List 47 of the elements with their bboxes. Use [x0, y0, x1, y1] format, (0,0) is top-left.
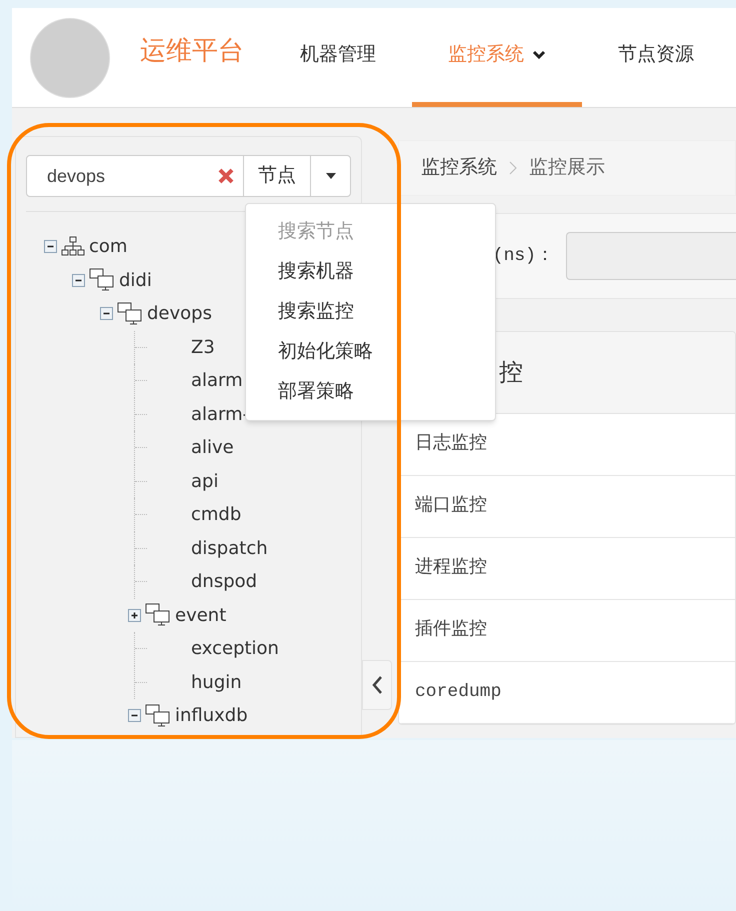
search-field[interactable]: devops	[27, 156, 243, 196]
computers-icon	[89, 268, 115, 292]
breadcrumb-item[interactable]: 监控展示	[529, 154, 605, 182]
tree-node-label[interactable]: com	[89, 233, 128, 260]
expand-toggle[interactable]	[128, 608, 141, 622]
monitor-list-item[interactable]: 插件监控	[399, 600, 735, 662]
search-scope-button[interactable]: 节点	[243, 156, 310, 196]
breadcrumb-separator-icon	[509, 161, 517, 175]
tree-node-label[interactable]: alarm	[191, 367, 243, 394]
computers-icon	[145, 603, 171, 628]
tree-node-label[interactable]: cmdb	[191, 501, 242, 528]
menu-item[interactable]: 初始化策略	[246, 332, 495, 372]
computers-icon	[117, 302, 143, 326]
monitor-list-item[interactable]: coredump	[399, 662, 735, 724]
tree-node-label[interactable]: influxdb	[175, 702, 248, 730]
breadcrumb-item[interactable]: 监控系统	[421, 154, 497, 182]
computers-icon	[145, 704, 171, 728]
nav-tab[interactable]: 机器管理	[264, 8, 412, 107]
tree-node-label[interactable]: dnspod	[191, 568, 258, 596]
collapse-toggle[interactable]	[128, 709, 141, 722]
plus-icon	[130, 610, 139, 620]
collapse-toggle[interactable]	[72, 274, 85, 287]
tree-node-label[interactable]: Z3	[191, 334, 215, 361]
chevron-left-icon	[371, 675, 383, 695]
nav-tab[interactable]: 节点资源	[582, 8, 730, 107]
caret-icon	[326, 173, 336, 179]
collapse-sidebar-button[interactable]	[362, 660, 392, 710]
clear-icon[interactable]	[217, 167, 235, 185]
panel-heading: 控	[499, 358, 523, 388]
tree-node-label[interactable]: didi	[119, 266, 152, 294]
tree-node-label[interactable]: api	[191, 468, 218, 495]
monitor-list-item[interactable]: 进程监控	[399, 538, 735, 600]
network-icon	[61, 236, 85, 258]
monitor-list-item[interactable]: 端口监控	[399, 476, 735, 538]
collapse-toggle[interactable]	[44, 240, 57, 254]
app-title: 运维平台	[140, 34, 244, 67]
tree-node-label[interactable]: dispatch	[191, 534, 268, 562]
collapse-toggle[interactable]	[100, 307, 113, 320]
tree-node-label[interactable]: devops	[147, 300, 212, 328]
tree-node-label[interactable]: alive	[191, 434, 234, 462]
filter-input[interactable]	[566, 232, 736, 280]
menu-item[interactable]: 搜索监控	[246, 292, 495, 332]
filter-label: (ns)：	[492, 244, 554, 268]
tree-node-label[interactable]: hugin	[191, 668, 242, 696]
tree-node-label[interactable]: exception	[191, 635, 279, 662]
tree-node-label[interactable]: event	[175, 602, 226, 629]
menu-item[interactable]: 搜索机器	[246, 252, 495, 292]
